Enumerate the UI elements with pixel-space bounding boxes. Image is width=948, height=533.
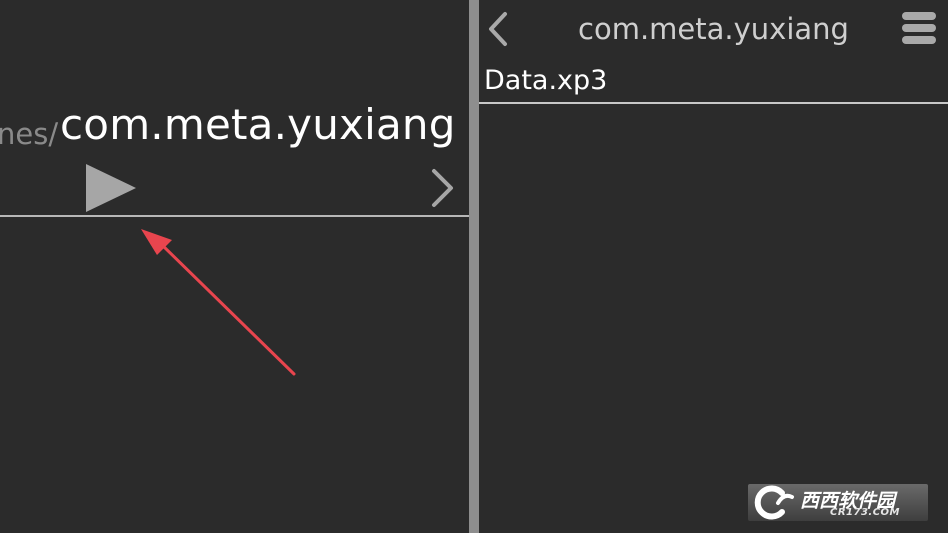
watermark-sub-text: CR173.COM — [830, 507, 901, 518]
header-title: com.meta.yuxiang — [578, 12, 849, 46]
chevron-right-icon — [432, 169, 453, 207]
watermark-logo: 西西软件园 CR173.COM — [748, 484, 928, 521]
red-arrow-annotation — [141, 229, 296, 376]
app-screen: nes/ com.meta.yuxiang com.meta.yuxiang D… — [0, 0, 948, 533]
play-triangle-icon — [86, 164, 136, 212]
file-name: Data.xp3 — [484, 65, 608, 96]
right-pane: com.meta.yuxiang Data.xp3 — [479, 0, 948, 533]
path-divider — [0, 215, 469, 217]
pane-separator[interactable] — [469, 0, 479, 533]
path-current-folder[interactable]: com.meta.yuxiang — [60, 100, 456, 149]
path-prefix[interactable]: nes/ — [0, 117, 58, 151]
menu-button[interactable] — [902, 12, 938, 46]
file-list: Data.xp3 — [479, 62, 948, 104]
next-button[interactable] — [426, 166, 460, 210]
play-button[interactable] — [84, 162, 138, 214]
left-pane: nes/ com.meta.yuxiang — [0, 0, 469, 533]
file-row[interactable]: Data.xp3 — [479, 62, 948, 104]
